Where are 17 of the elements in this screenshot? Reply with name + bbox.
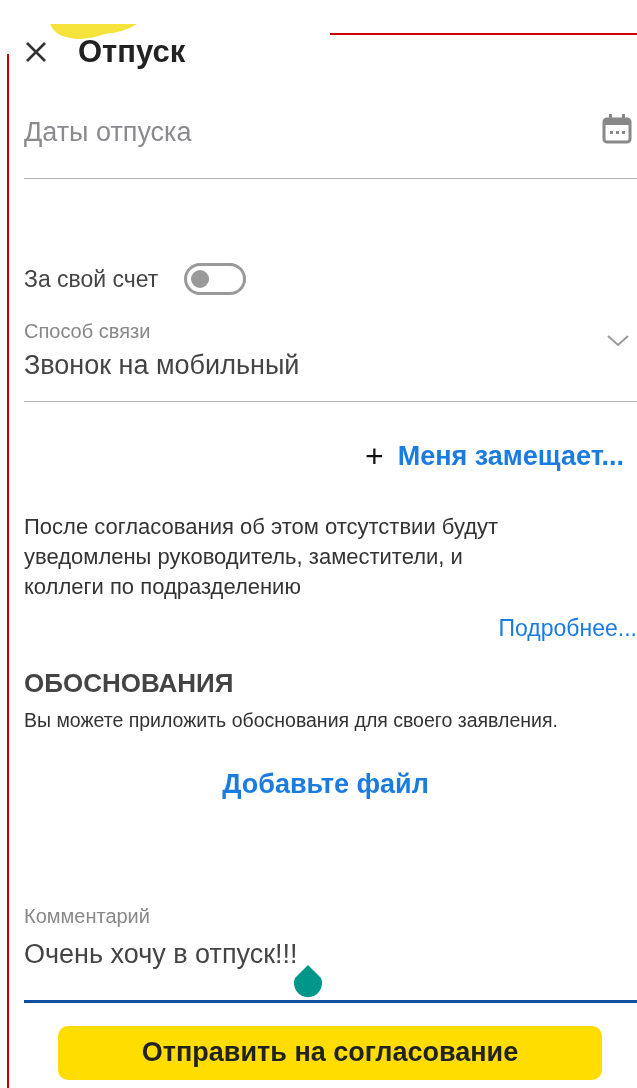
section-heading: ОБОСНОВАНИЯ — [24, 667, 235, 698]
more-link[interactable]: Подробнее... — [498, 613, 637, 642]
field-value: Звонок на мобильный — [24, 349, 300, 381]
page-title: Отпуск — [78, 32, 186, 71]
date-field[interactable]: Даты отпуска — [24, 115, 424, 149]
comment-field[interactable]: Комментарий Очень хочу в отпуск!!! — [24, 903, 637, 1003]
contact-method-dropdown[interactable]: Способ связи Звонок на мобильный — [24, 319, 637, 402]
add-file-link[interactable]: Добавьте файл — [222, 767, 429, 800]
submit-button[interactable]: Отправить на согласование — [58, 1025, 602, 1080]
toggle-label: За свой счет — [24, 264, 159, 294]
field-value: Очень хочу в отпуск!!! — [24, 937, 298, 970]
notice-text: После согласования об этом отсутствии будут уведомлены руководитель, заместители, и коллеги по подразделению — [24, 512, 500, 601]
plus-icon: + — [365, 442, 384, 471]
substitute-link[interactable]: + Меня замещает... — [365, 436, 624, 477]
field-label: Способ связи — [24, 319, 151, 343]
section-description: Вы можете приложить обоснования для своего заявления. — [24, 707, 559, 732]
field-label: Комментарий — [24, 903, 150, 928]
